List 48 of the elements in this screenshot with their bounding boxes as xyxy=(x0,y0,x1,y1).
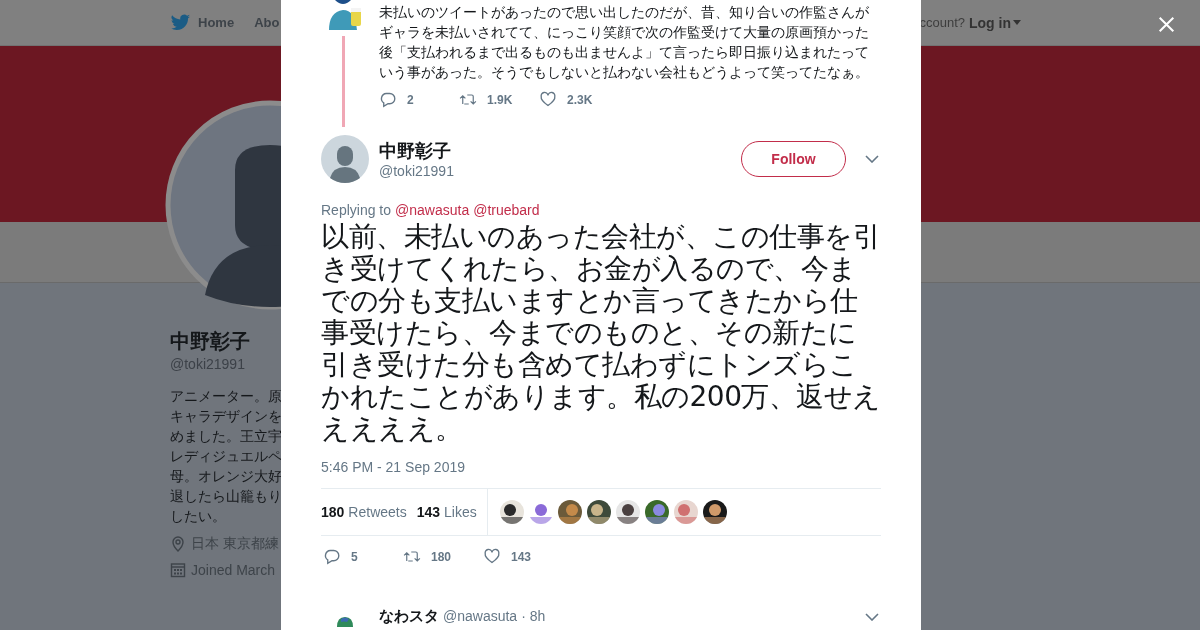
reply-icon[interactable] xyxy=(379,91,397,108)
location-pin-icon xyxy=(170,536,186,552)
action-count: 2.3K xyxy=(567,92,593,107)
stat-count[interactable]: 143 xyxy=(416,504,441,520)
follow-button[interactable]: Follow xyxy=(741,141,846,177)
retweet-icon[interactable] xyxy=(459,91,477,108)
user-handle: @toki21991 xyxy=(379,163,455,179)
tweet-text: 以前、未払いのあった会社が、この仕事を引き受けてくれたら、お金が入るので、今までの分も支払いますとか言ってきたから仕事受けたら、今までのものと、その新たに引き受けた分も含めて払わずにトンズらこかれたことがあります。私の200万、返せえええええ。 xyxy=(321,221,881,445)
tweet-text: 未払いのツイートがあったので思い出したのだが、昔、知り合いの作監さんがギャラを未払いされてて、にっこり笑顔で次の作監受けて大量の原画預かった後「支払われるまで出るものも出ませんよ」て言ったら即日振り込まれたっていう事があった。そうでもしないと払わない会社もどうよって笑ってたなぁ。 xyxy=(379,3,870,82)
user-name: 中野彰子 xyxy=(379,140,452,163)
separator-dot: · xyxy=(521,608,526,624)
bird-icon xyxy=(170,13,191,32)
stat-label[interactable]: Likes xyxy=(444,504,477,520)
replying-label: Replying to xyxy=(321,202,392,218)
caret-icon xyxy=(1013,20,1021,25)
user-handle: @nawasuta xyxy=(443,608,518,624)
bio-text: 退したら山籠もり xyxy=(170,487,281,506)
heart-icon[interactable] xyxy=(483,548,501,565)
stat-label[interactable]: Retweets xyxy=(348,504,407,520)
tweet-timestamp: 5:46 PM - 21 Sep 2019 xyxy=(321,459,466,475)
close-icon[interactable] xyxy=(1158,16,1175,33)
profile-name: 中野彰子 xyxy=(170,329,251,354)
user-avatar xyxy=(321,135,369,183)
calendar-icon xyxy=(170,562,186,578)
mention-link[interactable]: @nawasuta xyxy=(395,202,470,218)
bio-text: 母。オレンジ大好 xyxy=(170,467,281,486)
mention-link[interactable]: @truebard xyxy=(473,202,540,218)
login-link[interactable]: Log in xyxy=(969,14,1011,31)
bio-text: めました。王立宇 xyxy=(170,427,281,446)
globe-avatar xyxy=(337,616,353,627)
heart-icon[interactable] xyxy=(539,91,557,108)
chevron-down-icon[interactable] xyxy=(865,155,879,163)
bio-text: キャラデザインを xyxy=(170,407,281,426)
action-count: 2 xyxy=(407,92,414,107)
stat-count[interactable]: 180 xyxy=(321,504,345,520)
user-name: なわスタ xyxy=(379,607,439,626)
tweet-time: 8h xyxy=(529,608,546,624)
action-count: 5 xyxy=(351,549,358,564)
action-count: 180 xyxy=(431,549,452,564)
chevron-down-icon[interactable] xyxy=(865,613,879,621)
bio-text: レディジュエルペ xyxy=(170,447,281,466)
action-count: 1.9K xyxy=(487,92,513,107)
retweet-icon[interactable] xyxy=(403,548,421,565)
bio-text: アニメーター。原 xyxy=(170,387,281,406)
action-count: 143 xyxy=(511,549,532,564)
bio-text: したい。 xyxy=(170,507,227,526)
reply-icon[interactable] xyxy=(323,548,341,565)
account-prompt: ccount? xyxy=(919,15,965,30)
